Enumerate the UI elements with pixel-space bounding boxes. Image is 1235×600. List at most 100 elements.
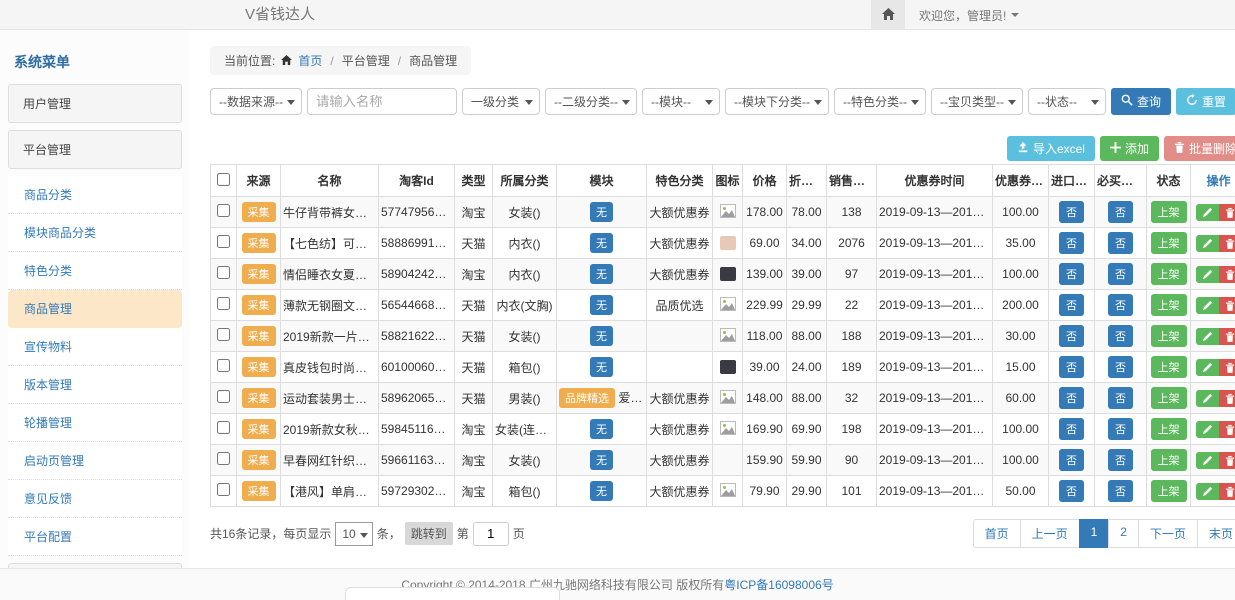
import-toggle-button[interactable]: 否 [1059,263,1084,285]
row-checkbox[interactable] [217,483,230,496]
must-buy-toggle-button[interactable]: 否 [1108,325,1133,347]
status-button[interactable]: 上架 [1151,418,1187,440]
breadcrumb-home-link[interactable]: 首页 [298,52,322,69]
row-checkbox[interactable] [217,452,230,465]
pager-button-末页[interactable]: 末页 [1197,519,1235,548]
sidebar-subitem-宣传物料[interactable]: 宣传物料 [8,328,182,366]
status-button[interactable]: 上架 [1151,263,1187,285]
jump-page-input[interactable] [473,522,509,546]
filter-select-状态[interactable]: --状态-- [1028,88,1106,115]
sidebar-subitem-平台配置[interactable]: 平台配置 [8,518,182,556]
sidebar-subitem-版本管理[interactable]: 版本管理 [8,366,182,404]
select-all-checkbox[interactable] [217,173,230,186]
sidebar-subitem-意见反馈[interactable]: 意见反馈 [8,480,182,518]
must-buy-toggle-button[interactable]: 否 [1108,387,1133,409]
delete-button[interactable] [1219,328,1235,345]
delete-button[interactable] [1219,483,1235,500]
filter-select-特色分类[interactable]: --特色分类-- [834,88,926,115]
row-checkbox[interactable] [217,297,230,310]
edit-button[interactable] [1196,266,1219,283]
pager-button-上一页[interactable]: 上一页 [1020,519,1080,548]
per-page-select[interactable]: 10 [335,522,372,546]
status-button[interactable]: 上架 [1151,449,1187,471]
import-toggle-button[interactable]: 否 [1059,480,1084,502]
import-toggle-button[interactable]: 否 [1059,418,1084,440]
status-button[interactable]: 上架 [1151,325,1187,347]
delete-button[interactable] [1219,266,1235,283]
must-buy-toggle-button[interactable]: 否 [1108,294,1133,316]
row-checkbox[interactable] [217,359,230,372]
filter-select-模块下分类[interactable]: --模块下分类-- [725,88,829,115]
add-button[interactable]: 添加 [1100,136,1159,161]
pager-button-1[interactable]: 1 [1079,519,1110,548]
sidebar-subitem-轮播管理[interactable]: 轮播管理 [8,404,182,442]
edit-button[interactable] [1196,483,1219,500]
must-buy-toggle-button[interactable]: 否 [1108,232,1133,254]
sidebar-subitem-商品管理[interactable]: 商品管理 [8,290,182,328]
filter-select-模块[interactable]: --模块-- [642,88,720,115]
sidebar-subitem-特色分类[interactable]: 特色分类 [8,252,182,290]
import-toggle-button[interactable]: 否 [1059,449,1084,471]
batch-delete-button[interactable]: 批量删除 [1164,136,1235,161]
filter-select-数据来源[interactable]: --数据来源-- [210,88,302,115]
user-menu[interactable]: 欢迎您，管理员! [905,0,1235,30]
must-buy-toggle-button[interactable]: 否 [1108,480,1133,502]
edit-button[interactable] [1196,297,1219,314]
pager-button-首页[interactable]: 首页 [973,519,1021,548]
pager-button-下一页[interactable]: 下一页 [1138,519,1198,548]
edit-button[interactable] [1196,204,1219,221]
delete-button[interactable] [1219,359,1235,376]
filter-select-一级分类[interactable]: 一级分类 [462,88,540,115]
pager-button-2[interactable]: 2 [1108,519,1139,548]
status-button[interactable]: 上架 [1151,480,1187,502]
import-excel-button[interactable]: 导入excel [1007,136,1095,161]
row-checkbox[interactable] [217,235,230,248]
row-checkbox[interactable] [217,266,230,279]
import-toggle-button[interactable]: 否 [1059,294,1084,316]
sidebar-item-平台管理[interactable]: 平台管理 [8,130,182,169]
import-toggle-button[interactable]: 否 [1059,232,1084,254]
import-toggle-button[interactable]: 否 [1059,201,1084,223]
edit-button[interactable] [1196,452,1219,469]
delete-button[interactable] [1219,235,1235,252]
edit-button[interactable] [1196,328,1219,345]
delete-button[interactable] [1219,204,1235,221]
edit-button[interactable] [1196,235,1219,252]
filter-select-二级分类[interactable]: --二级分类-- [545,88,637,115]
must-buy-toggle-button[interactable]: 否 [1108,418,1133,440]
row-checkbox[interactable] [217,421,230,434]
edit-button[interactable] [1196,421,1219,438]
import-toggle-button[interactable]: 否 [1059,325,1084,347]
must-buy-toggle-button[interactable]: 否 [1108,356,1133,378]
delete-button[interactable] [1219,421,1235,438]
must-buy-toggle-button[interactable]: 否 [1108,449,1133,471]
import-toggle-button[interactable]: 否 [1059,356,1084,378]
reset-button[interactable]: 重置 [1176,88,1235,115]
delete-button[interactable] [1219,297,1235,314]
must-buy-toggle-button[interactable]: 否 [1108,263,1133,285]
row-checkbox[interactable] [217,328,230,341]
status-button[interactable]: 上架 [1151,232,1187,254]
delete-button[interactable] [1219,390,1235,407]
edit-button[interactable] [1196,390,1219,407]
sidebar-subitem-模块商品分类[interactable]: 模块商品分类 [8,214,182,252]
must-buy-toggle-button[interactable]: 否 [1108,201,1133,223]
delete-button[interactable] [1219,452,1235,469]
sidebar-item-用户管理[interactable]: 用户管理 [8,84,182,123]
jump-button[interactable]: 跳转到 [405,522,453,545]
status-button[interactable]: 上架 [1151,356,1187,378]
filter-select-宝贝类型[interactable]: --宝贝类型-- [931,88,1023,115]
search-button[interactable]: 查询 [1111,88,1171,115]
status-button[interactable]: 上架 [1151,387,1187,409]
status-button[interactable]: 上架 [1151,294,1187,316]
home-button[interactable] [871,0,905,30]
status-button[interactable]: 上架 [1151,201,1187,223]
edit-button[interactable] [1196,359,1219,376]
sidebar-subitem-商品分类[interactable]: 商品分类 [8,176,182,214]
import-toggle-button[interactable]: 否 [1059,387,1084,409]
row-checkbox[interactable] [217,204,230,217]
name-search-input[interactable] [307,88,457,115]
sidebar-subitem-启动页管理[interactable]: 启动页管理 [8,442,182,480]
row-checkbox[interactable] [217,390,230,403]
icp-link[interactable]: 粤ICP备16098006号 [724,576,833,593]
